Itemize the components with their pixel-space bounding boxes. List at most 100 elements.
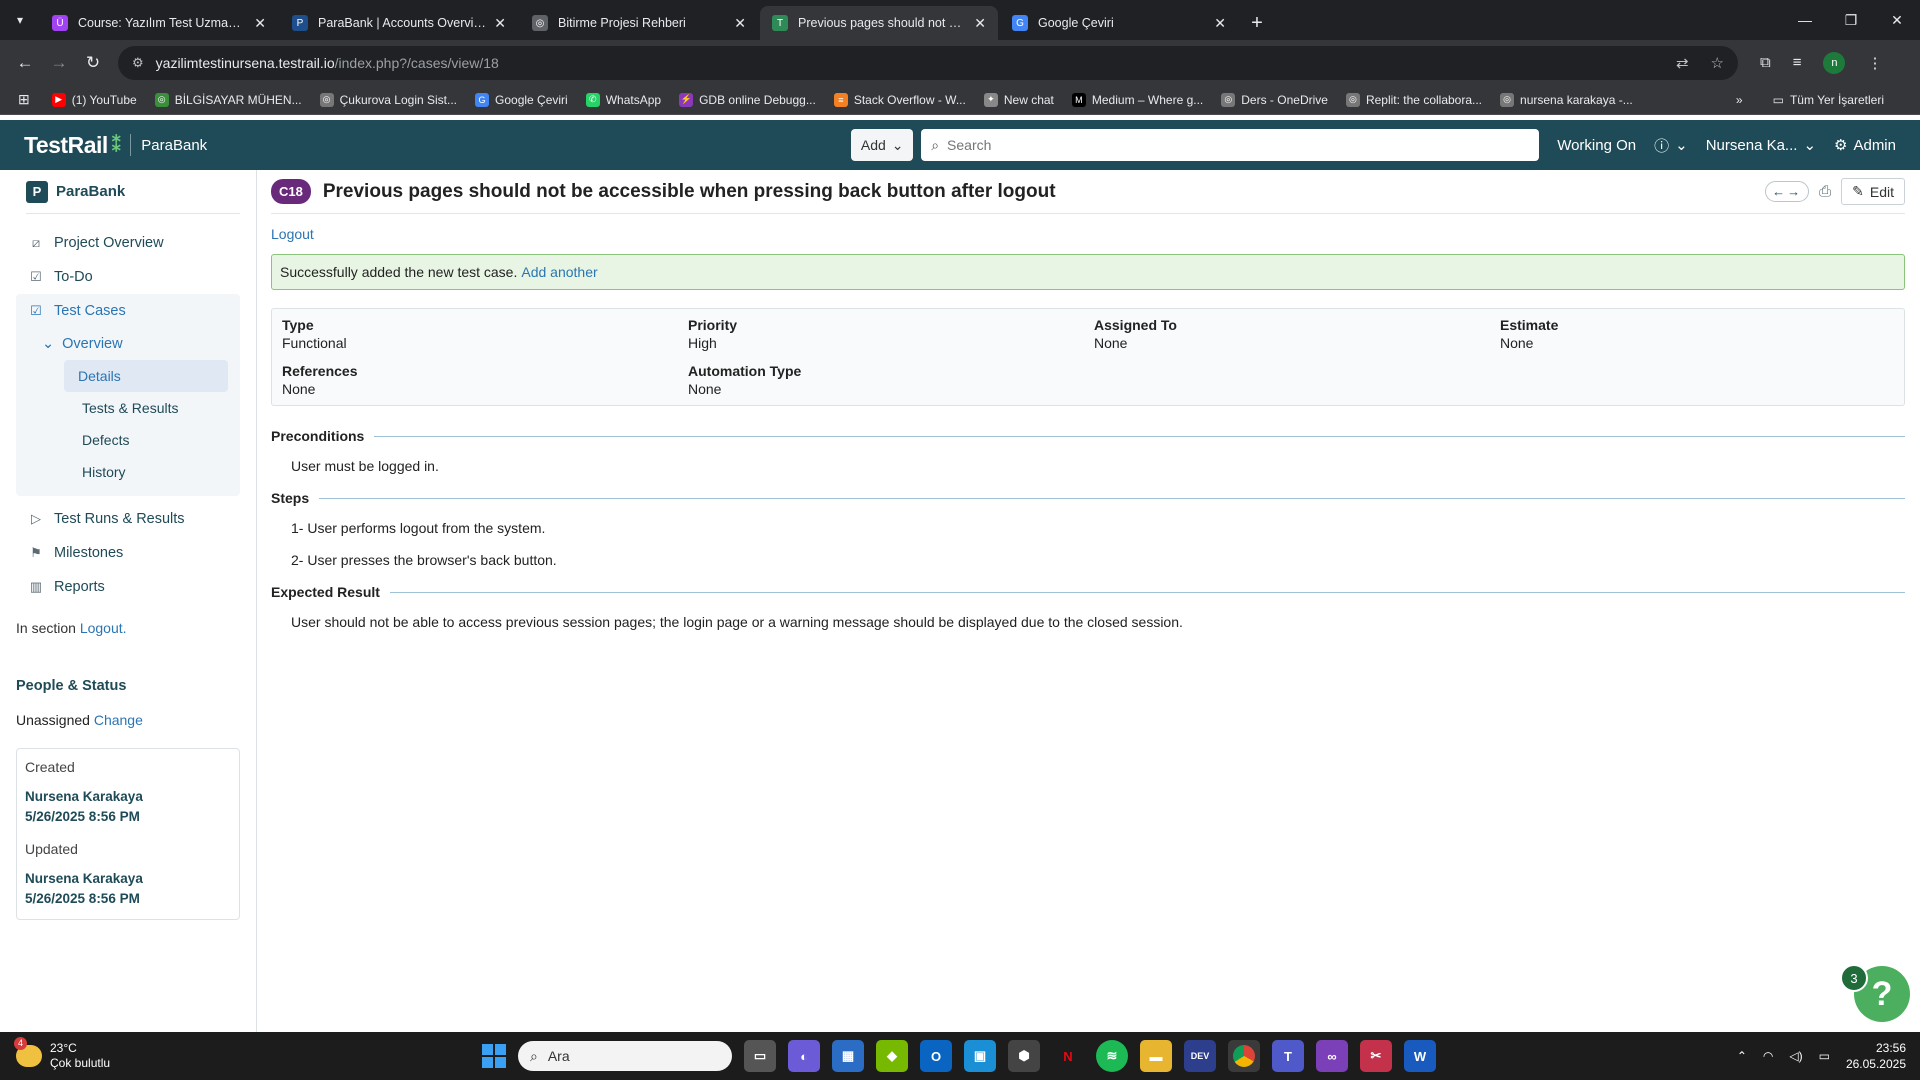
edit-button[interactable]: ✎ Edit — [1841, 178, 1905, 205]
translate-icon[interactable]: ⇄ — [1676, 54, 1689, 72]
add-button[interactable]: Add ⌄ — [851, 129, 914, 161]
user-menu[interactable]: Nursena Ka... ⌄ — [1706, 136, 1816, 155]
browser-tab[interactable]: P ParaBank | Accounts Overview ✕ — [280, 6, 518, 40]
close-icon[interactable]: ✕ — [974, 15, 986, 32]
media-icon[interactable]: ≡ — [1793, 54, 1802, 71]
teams-icon[interactable]: T — [1272, 1040, 1304, 1072]
remote-desktop-icon[interactable]: ▣ — [964, 1040, 996, 1072]
spotify-icon[interactable]: ≋ — [1096, 1040, 1128, 1072]
volume-icon[interactable]: ◁) — [1789, 1049, 1802, 1063]
bookmark-stackoverflow[interactable]: ≡ Stack Overflow - W... — [833, 92, 966, 107]
visual-studio-icon[interactable]: ∞ — [1316, 1040, 1348, 1072]
more-bookmarks-icon[interactable]: » — [1736, 93, 1743, 107]
sidebar-project[interactable]: P ParaBank — [26, 170, 240, 214]
chat-icon: ✦ — [983, 92, 998, 107]
bookmark-replit[interactable]: ◎ Replit: the collabora... — [1345, 92, 1483, 107]
sidebar-item-test-cases[interactable]: ☑ Test Cases — [16, 294, 240, 328]
sidebar-item-details[interactable]: Details — [64, 360, 228, 392]
copilot-icon[interactable]: ◐ — [788, 1040, 820, 1072]
sidebar-item-todo[interactable]: ☑ To-Do — [16, 260, 240, 294]
breadcrumb-link[interactable]: Logout — [271, 226, 314, 242]
devtools-icon[interactable]: DEV — [1184, 1040, 1216, 1072]
browser-tab[interactable]: G Google Çeviri ✕ — [1000, 6, 1238, 40]
bookmark-youtube[interactable]: ▶ (1) YouTube — [51, 92, 137, 107]
bookmark-star-icon[interactable]: ☆ — [1711, 54, 1724, 72]
bookmark-new-chat[interactable]: ✦ New chat — [983, 92, 1054, 107]
restore-icon[interactable]: ❐ — [1828, 0, 1874, 40]
close-window-icon[interactable]: ✕ — [1874, 0, 1920, 40]
close-icon[interactable]: ✕ — [494, 15, 506, 32]
bookmark-cukurova[interactable]: ◎ Çukurova Login Sist... — [319, 92, 457, 107]
task-view-icon[interactable]: ▭ — [744, 1040, 776, 1072]
close-icon[interactable]: ✕ — [1214, 15, 1226, 32]
sidebar-item-milestones[interactable]: ⚑ Milestones — [16, 536, 240, 570]
wifi-icon[interactable]: ◠ — [1763, 1049, 1773, 1063]
print-icon[interactable]: ⎙ — [1819, 183, 1831, 200]
sidebar-item-label: Reports — [54, 579, 105, 595]
sidebar-item-overview[interactable]: ⌄ Overview — [16, 328, 240, 360]
battery-icon[interactable]: ▭ — [1819, 1049, 1830, 1063]
outlook-icon[interactable]: O — [920, 1040, 952, 1072]
chevron-up-icon[interactable]: ⌃ — [1737, 1049, 1747, 1063]
sidebar-item-tests-results[interactable]: Tests & Results — [16, 392, 240, 424]
menu-dots-icon[interactable]: ⋮ — [1867, 54, 1882, 72]
extensions-icon[interactable]: ⧉ — [1760, 54, 1771, 71]
add-another-link[interactable]: Add another — [521, 264, 597, 280]
admin-link[interactable]: ⚙ Admin — [1834, 136, 1896, 155]
minimize-icon[interactable]: — — [1782, 0, 1828, 40]
close-icon[interactable]: ✕ — [734, 15, 746, 32]
nvidia-icon[interactable]: ◆ — [876, 1040, 908, 1072]
reload-icon[interactable]: ↻ — [78, 48, 108, 78]
clock[interactable]: 23:56 26.05.2025 — [1846, 1040, 1906, 1072]
sidebar-item-defects[interactable]: Defects — [16, 424, 240, 456]
browser-tab[interactable]: Ü Course: Yazılım Test Uzmanlığı I ✕ — [40, 6, 278, 40]
bookmark-nursena[interactable]: ◎ nursena karakaya -... — [1500, 92, 1633, 107]
word-icon[interactable]: W — [1404, 1040, 1436, 1072]
tab-title: Google Çeviri — [1038, 16, 1114, 30]
bookmark-gdb[interactable]: ⚡ GDB online Debugg... — [679, 92, 816, 107]
header-project-name[interactable]: ParaBank — [141, 137, 207, 154]
working-on-menu[interactable]: Working On — [1557, 137, 1636, 154]
tab-search-icon[interactable]: ▾ — [0, 0, 40, 40]
windows-start-icon[interactable] — [482, 1044, 506, 1068]
bookmark-bilgisayar[interactable]: ◎ BİLGİSAYAR MÜHEN... — [154, 92, 302, 107]
browser-tab[interactable]: ◎ Bitirme Projesi Rehberi ✕ — [520, 6, 758, 40]
forward-arrow-icon[interactable]: → — [44, 48, 74, 78]
search-box[interactable]: ⌕ — [921, 129, 1540, 161]
sidebar-item-project-overview[interactable]: ⧄ Project Overview — [16, 226, 240, 260]
help-menu[interactable]: ⓘ ⌄ — [1654, 135, 1688, 156]
url-host: yazilimtestinursena.testrail.io — [155, 54, 335, 71]
change-assignee-link[interactable]: Change — [94, 712, 143, 728]
all-bookmarks-folder[interactable]: ▭ Tüm Yer İşaretleri — [1773, 93, 1884, 107]
search-input[interactable] — [947, 137, 1530, 153]
bookmark-whatsapp[interactable]: ✆ WhatsApp — [585, 92, 661, 107]
snipping-tool-icon[interactable]: ✂ — [1360, 1040, 1392, 1072]
sidebar-item-label: To-Do — [54, 269, 93, 285]
prev-next-arrows[interactable]: ←→ — [1765, 181, 1810, 202]
new-tab-icon[interactable]: + — [1240, 6, 1274, 40]
bookmark-label: Replit: the collabora... — [1365, 92, 1483, 107]
browser-tab-active[interactable]: T Previous pages should not be a ✕ — [760, 6, 998, 40]
sidebar-item-history[interactable]: History — [16, 456, 240, 488]
site-info-icon[interactable]: ⚙ — [132, 55, 144, 71]
back-arrow-icon[interactable]: ← — [10, 48, 40, 78]
section-link[interactable]: Logout. — [80, 620, 127, 636]
netflix-icon[interactable]: N — [1052, 1040, 1084, 1072]
address-bar[interactable]: ⚙ yazilimtestinursena.testrail.io/index.… — [118, 45, 1738, 80]
unity-icon[interactable]: ⬢ — [1008, 1040, 1040, 1072]
bookmark-google-ceviri[interactable]: G Google Çeviri — [475, 92, 568, 107]
close-icon[interactable]: ✕ — [254, 15, 266, 32]
bookmark-medium[interactable]: M Medium – Where g... — [1071, 92, 1203, 107]
taskbar-search[interactable]: ⌕ Ara — [518, 1041, 732, 1071]
expected-heading: Expected Result — [271, 584, 380, 600]
file-explorer-icon[interactable]: ▬ — [1140, 1040, 1172, 1072]
weather-widget[interactable]: 4 23°C Çok bulutlu — [0, 1037, 470, 1071]
apps-grid-icon[interactable]: ⊞ — [18, 91, 30, 108]
sidebar-item-test-runs[interactable]: ▷ Test Runs & Results — [16, 502, 240, 536]
sidebar-item-reports[interactable]: ▥ Reports — [16, 570, 240, 604]
store-icon[interactable]: ▦ — [832, 1040, 864, 1072]
testrail-logo[interactable]: TestRail ⁑ — [24, 132, 121, 159]
profile-avatar[interactable]: n — [1823, 51, 1846, 74]
bookmark-onedrive[interactable]: ◎ Ders - OneDrive — [1221, 92, 1328, 107]
chrome-icon[interactable] — [1228, 1040, 1260, 1072]
